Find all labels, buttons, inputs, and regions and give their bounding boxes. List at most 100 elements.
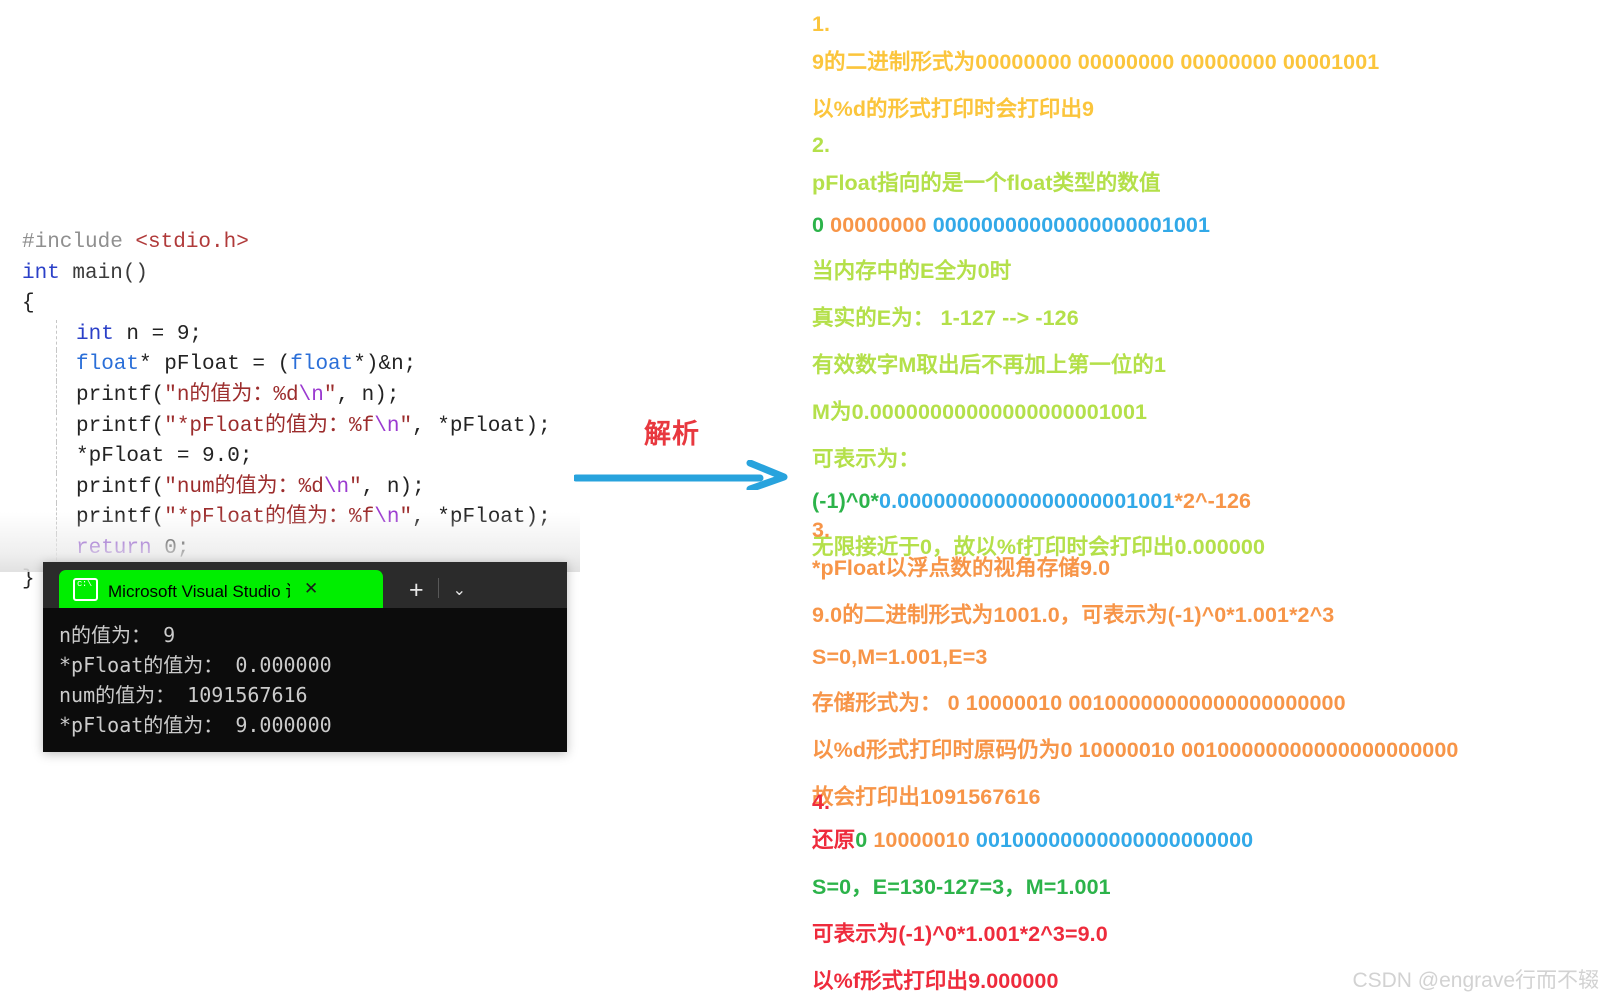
code-token: printf( <box>76 475 165 499</box>
console-window[interactable]: Microsoft Visual Studio 调试控 ✕ + ⌄ n的值为： … <box>43 562 567 752</box>
console-tab[interactable]: Microsoft Visual Studio 调试控 ✕ <box>59 570 383 608</box>
code-token: <stdio.h> <box>135 231 249 254</box>
code-line: int n = 9; <box>0 319 580 351</box>
note-text: 存储形式为： 0 10000010 0010000000000000000000… <box>812 691 1346 715</box>
note-text: (-1)^0* <box>812 489 880 513</box>
note-line: 9.0的二进制形式为1001.0，可表示为(-1)^0*1.001*2^3 <box>806 598 1611 629</box>
note-text: 0 <box>812 213 831 237</box>
note-text: 以%f形式打印出9.000000 <box>812 969 1059 993</box>
code-token: " <box>323 383 337 407</box>
code-token: * pFloat = ( <box>139 353 291 377</box>
note-text: 0 <box>855 828 874 852</box>
code-token: , *pFloat); <box>412 414 551 438</box>
console-titlebar[interactable]: Microsoft Visual Studio 调试控 ✕ + ⌄ <box>43 562 567 608</box>
toolbar-divider <box>437 578 439 598</box>
code-token: \n <box>323 475 350 499</box>
code-token: main() <box>72 261 149 285</box>
code-token: \n <box>298 383 324 407</box>
console-tab-title: Microsoft Visual Studio 调试控 <box>108 581 290 601</box>
note-line: S=0,M=1.001,E=3 <box>806 645 1611 670</box>
note-line: S=0，E=130-127=3，M=1.001 <box>806 870 1611 901</box>
note-line: 还原0 10000010 00100000000000000000000 <box>806 823 1611 854</box>
code-token: 0; <box>164 536 190 560</box>
note-text: 还原 <box>812 828 856 852</box>
code-line: *pFloat = 9.0; <box>0 442 580 473</box>
code-token: float <box>76 353 140 377</box>
annotation-panel: 1. 9的二进制形式为00000000 00000000 00000000 000… <box>806 0 1611 1008</box>
note-section-number: 2. <box>812 133 830 157</box>
note-section: 3. *pFloat以浮点数的视角存储9.0 9.0的二进制形式为1001.0，可表… <box>806 518 1611 827</box>
console-output: n的值为： 9 *pFloat的值为： 0.000000 num的值为： 109… <box>59 623 332 737</box>
note-line: 存储形式为： 0 10000010 0010000000000000000000… <box>806 686 1611 717</box>
code-token: int <box>76 322 127 346</box>
new-tab-icon[interactable]: + <box>409 578 424 603</box>
code-token: "num的值为：%d <box>164 475 324 499</box>
note-line: 当内存中的E全为0时 <box>806 254 1611 285</box>
code-token: printf( <box>76 506 165 530</box>
note-text: 9.0的二进制形式为1001.0，可表示为(-1)^0*1.001*2^3 <box>812 603 1335 627</box>
note-text: S=0,M=1.001,E=3 <box>812 645 988 669</box>
code-token: n = 9; <box>126 322 203 346</box>
note-line: M为0.00000000000000000001001 <box>806 395 1611 426</box>
note-section-number: 4. <box>812 790 830 814</box>
code-token: "*pFloat的值为：%f <box>164 414 375 438</box>
note-section: 1. 9的二进制形式为00000000 00000000 00000000 000… <box>806 12 1611 139</box>
note-text: 可表示为： <box>812 447 921 471</box>
close-icon[interactable]: ✕ <box>304 579 318 599</box>
note-section-number: 1. <box>812 12 830 36</box>
note-text: *pFloat以浮点数的视角存储9.0 <box>812 556 1111 580</box>
note-text: 10000010 <box>873 828 976 852</box>
code-token: , *pFloat); <box>412 506 551 530</box>
note-line: 有效数字M取出后不再加上第一位的1 <box>806 348 1611 379</box>
code-line: return 0; <box>0 533 580 565</box>
note-line: 0 00000000 00000000000000000001001 <box>806 213 1611 238</box>
note-text: 真实的E为： 1-127 --> -126 <box>812 306 1079 330</box>
note-text: S=0，E=130-127=3，M=1.001 <box>812 875 1111 899</box>
note-line: 可表示为： <box>806 442 1611 473</box>
note-line: pFloat指向的是一个float类型的数值 <box>806 166 1611 197</box>
note-text: 有效数字M取出后不再加上第一位的1 <box>812 353 1167 377</box>
note-text: 00000000 <box>830 213 933 237</box>
note-line: 以%d的形式打印时会打印出9 <box>806 92 1611 123</box>
code-token: *pFloat = 9.0; <box>76 445 253 469</box>
note-section: 2. pFloat指向的是一个float类型的数值 0 00000000 00000… <box>806 133 1611 577</box>
code-editor[interactable]: #include <stdio.h> int main(){int n = 9; f… <box>0 228 580 608</box>
note-text: 00000000000000000001001 <box>932 213 1211 237</box>
code-token: "*pFloat的值为：%f <box>164 506 375 530</box>
code-token: return <box>76 536 165 560</box>
code-token: " <box>399 414 413 438</box>
code-line: printf("num的值为：%d\n", n); <box>0 472 580 504</box>
chevron-down-icon[interactable]: ⌄ <box>453 580 466 600</box>
note-text: 9的二进制形式为00000000 00000000 00000000 00001… <box>812 50 1380 74</box>
code-token: \n <box>374 506 400 530</box>
code-token: *)&n; <box>353 353 417 377</box>
note-text: 可表示为(-1)^0*1.001*2^3=9.0 <box>812 922 1108 946</box>
code-token: " <box>399 506 413 530</box>
code-token: " <box>349 475 362 499</box>
note-text: *2^-126 <box>1174 489 1252 513</box>
code-token: , n); <box>361 475 425 499</box>
note-line: *pFloat以浮点数的视角存储9.0 <box>806 551 1611 582</box>
code-line: { <box>0 289 580 320</box>
note-section-number: 3. <box>812 518 830 542</box>
note-text: 00100000000000000000000 <box>975 828 1254 852</box>
code-token: printf( <box>76 383 165 407</box>
code-token: #include <box>22 231 136 254</box>
analysis-label: 解析 <box>644 419 700 449</box>
code-line: printf("*pFloat的值为：%f\n", *pFloat); <box>0 411 580 443</box>
code-token: int <box>22 261 73 285</box>
code-line: float* pFloat = (float*)&n; <box>0 350 580 381</box>
watermark: CSDN @engrave行而不辍 <box>1352 969 1599 992</box>
cmd-prompt-icon <box>73 577 98 601</box>
code-line: int main() <box>0 259 580 290</box>
note-line: 真实的E为： 1-127 --> -126 <box>806 301 1611 332</box>
note-text: 以%d的形式打印时会打印出9 <box>812 97 1095 121</box>
code-token: , n); <box>336 383 400 407</box>
code-line: printf("*pFloat的值为：%f\n", *pFloat); <box>0 503 580 534</box>
code-line: printf("n的值为：%d\n", n); <box>0 380 580 412</box>
note-line: 9的二进制形式为00000000 00000000 00000000 00001… <box>806 45 1611 76</box>
code-token: printf( <box>76 414 165 438</box>
arrow-right-icon <box>574 460 788 490</box>
note-line: 以%d形式打印时原码仍为0 10000010 00100000000000000… <box>806 733 1611 764</box>
note-text: 当内存中的E全为0时 <box>812 259 1012 283</box>
